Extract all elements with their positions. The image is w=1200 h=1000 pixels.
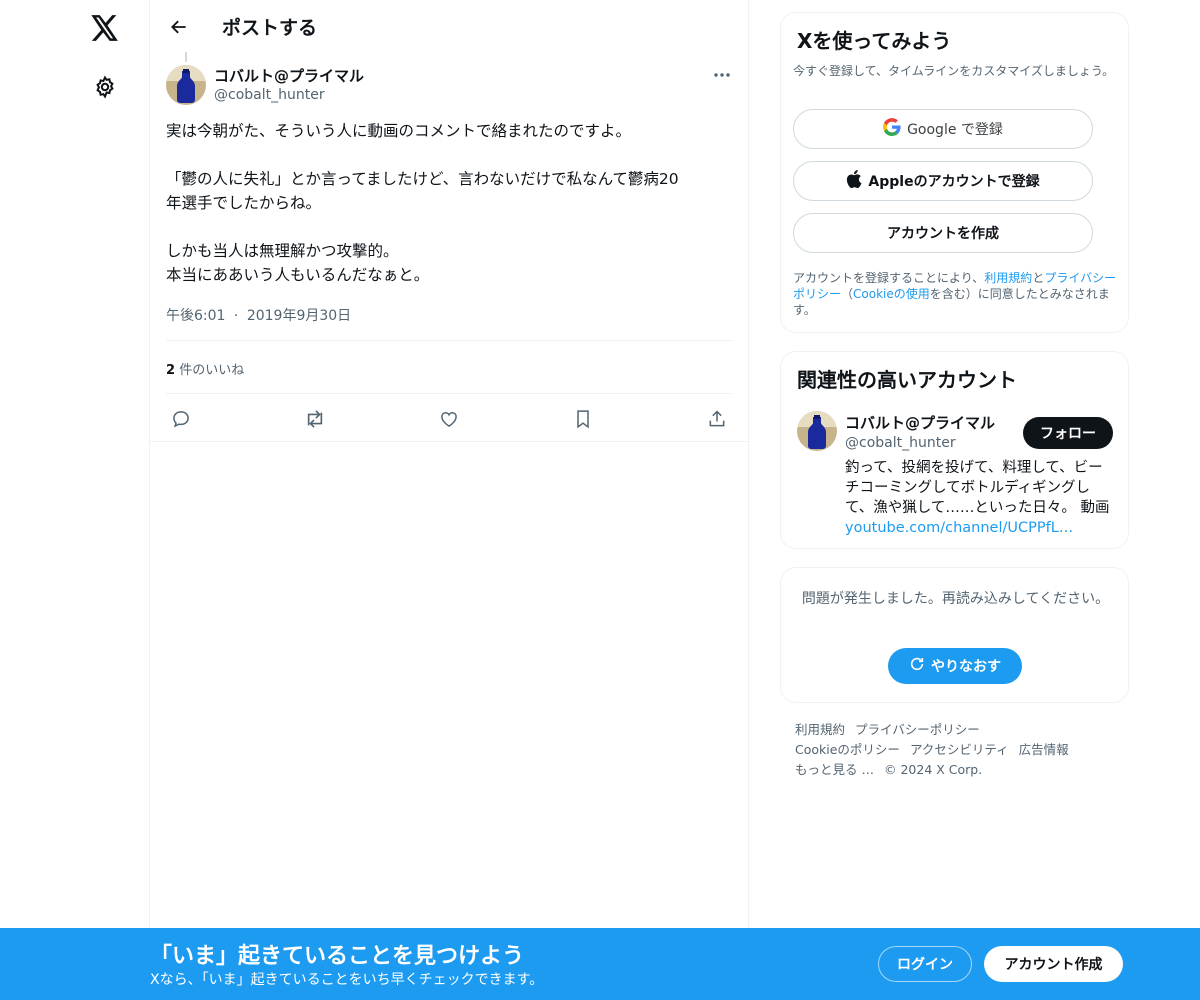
follow-button[interactable]: フォロー xyxy=(1023,417,1113,449)
gear-icon[interactable] xyxy=(85,67,125,107)
x-logo-icon[interactable] xyxy=(85,8,125,48)
like-icon[interactable] xyxy=(434,404,464,434)
error-message: 問題が発生しました。再読み込みしてください。 xyxy=(801,591,1110,607)
meta-separator: · xyxy=(233,308,239,324)
footer-link[interactable]: プライバシーポリシー xyxy=(855,722,980,737)
banner-title: 「いま」起きていることを見つけよう xyxy=(150,944,525,969)
repost-icon[interactable] xyxy=(300,404,330,434)
likes-number: 2 xyxy=(166,363,176,378)
avatar[interactable] xyxy=(797,411,837,451)
divider xyxy=(166,393,733,394)
thread-connector xyxy=(185,52,187,62)
author-name[interactable]: コバルト@プライマル xyxy=(214,65,364,86)
share-icon[interactable] xyxy=(702,404,732,434)
post-paragraph: 「鬱の人に失礼」とか言ってましたけど、言わないだけで私なんて鬱病20 年選手でし… xyxy=(166,170,679,212)
divider xyxy=(166,340,733,341)
legal-prefix: アカウントを登録することにより、 xyxy=(793,271,985,285)
create-account-button[interactable]: アカウントを作成 xyxy=(793,213,1093,253)
related-title: 関連性の高いアカウント xyxy=(797,368,1017,392)
cookie-link[interactable]: Cookieの使用 xyxy=(853,287,930,301)
bio-link[interactable]: youtube.com/channel/UCPPfL… xyxy=(845,520,1073,536)
error-card: 問題が発生しました。再読み込みしてください。 やりなおす xyxy=(780,567,1129,703)
ellipsis-icon[interactable] xyxy=(708,64,736,86)
apple-signup-button[interactable]: Appleのアカウントで登録 xyxy=(793,161,1093,201)
refresh-icon xyxy=(909,656,925,676)
footer-more-link[interactable]: もっと見る … xyxy=(795,762,874,777)
post-time: 午後6:01 xyxy=(166,308,226,324)
post-text: 実は今朝がた、そういう人に動画のコメントで絡まれたのですよ。 「鬱の人に失礼」と… xyxy=(166,119,736,287)
footer-links: 利用規約 プライバシーポリシー Cookieのポリシー アクセシビリティ 広告情報 も… xyxy=(795,720,1125,780)
retry-button[interactable]: やりなおす xyxy=(888,648,1022,684)
bookmark-icon[interactable] xyxy=(568,404,598,434)
avatar[interactable] xyxy=(166,65,206,105)
post-actions xyxy=(150,400,749,434)
reply-icon[interactable] xyxy=(166,404,196,434)
legal-and: と xyxy=(1032,271,1045,285)
google-signup-label: Google で登録 xyxy=(907,122,1003,138)
footer-link[interactable]: 利用規約 xyxy=(795,722,845,737)
related-account-bio: 釣って、投網を投げて、料理して、ビーチコーミングしてボトルディギングして、漁や猟… xyxy=(845,458,1115,538)
apple-icon xyxy=(846,170,862,192)
create-account-banner-button[interactable]: アカウント作成 xyxy=(984,946,1123,982)
post-date: 2019年9月30日 xyxy=(246,308,352,324)
footer-link[interactable]: 広告情報 xyxy=(1019,742,1069,757)
footer-link[interactable]: Cookieのポリシー xyxy=(795,742,900,757)
terms-link[interactable]: 利用規約 xyxy=(984,271,1032,285)
signup-card: Xを使ってみよう 今すぐ登録して、タイムラインをカスタマイズしましょう。 Goo… xyxy=(780,12,1129,333)
related-account-name[interactable]: コバルト@プライマル xyxy=(845,412,995,433)
google-signup-button[interactable]: Google で登録 xyxy=(793,109,1093,149)
related-accounts-card: 関連性の高いアカウント コバルト@プライマル @cobalt_hunter フォ… xyxy=(780,351,1129,549)
copyright: © 2024 X Corp. xyxy=(883,762,983,777)
post-paragraph: しかも当人は無理解かつ攻撃的。 本当にああいう人もいるんだなぁと。 xyxy=(166,242,430,284)
post-paragraph: 実は今朝がた、そういう人に動画のコメントで絡まれたのですよ。 xyxy=(166,122,632,140)
related-account-handle[interactable]: @cobalt_hunter xyxy=(845,435,956,451)
create-account-label: アカウントを作成 xyxy=(887,226,999,242)
google-icon xyxy=(883,118,901,140)
login-button[interactable]: ログイン xyxy=(878,946,972,982)
signup-banner: 「いま」起きていることを見つけよう Xなら、「いま」起きていることをいち早くチェ… xyxy=(0,928,1200,1000)
page-title: ポストする xyxy=(222,17,318,39)
divider xyxy=(150,441,749,442)
author-handle[interactable]: @cobalt_hunter xyxy=(214,87,325,103)
likes-count[interactable]: 2 件のいいね xyxy=(166,359,244,378)
legal-notice: アカウントを登録することにより、利用規約とプライバシーポリシー（Cookieの使… xyxy=(793,270,1123,318)
banner-subtitle: Xなら、「いま」起きていることをいち早くチェックできます。 xyxy=(150,972,544,988)
arrow-left-icon[interactable] xyxy=(162,10,196,44)
bio-text: 釣って、投網を投げて、料理して、ビーチコーミングしてボトルディギングして、漁や猟… xyxy=(845,460,1110,516)
retry-label: やりなおす xyxy=(931,659,1001,675)
signup-subtitle: 今すぐ登録して、タイムラインをカスタマイズしましょう。 xyxy=(793,64,1115,78)
signup-title: Xを使ってみよう xyxy=(797,29,952,53)
main-column: ポストする コバルト@プライマル @cobalt_hunter 実は今朝がた、そ… xyxy=(150,0,749,1000)
post-timestamp[interactable]: 午後6:01 · 2019年9月30日 xyxy=(166,305,351,325)
legal-mid: （ xyxy=(841,287,854,301)
apple-signup-label: Appleのアカウントで登録 xyxy=(868,174,1040,190)
page-header: ポストする xyxy=(150,0,749,53)
likes-label: 件のいいね xyxy=(179,363,245,378)
footer-link[interactable]: アクセシビリティ xyxy=(910,742,1009,757)
left-nav xyxy=(0,0,150,1000)
